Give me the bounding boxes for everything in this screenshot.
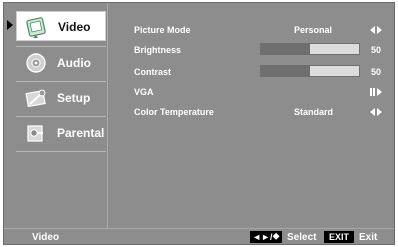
setting-contrast[interactable]: Contrast 50 [134,65,384,79]
parental-icon [24,121,48,145]
setting-name: Color Temperature [134,107,214,117]
bar-mark [373,88,375,96]
setting-name: Picture Mode [134,25,191,35]
bar-mark [370,88,372,96]
sidebar-item-label: Setup [57,91,91,105]
sidebar-item-label: Audio [57,56,91,70]
left-right-arrows-icon[interactable] [370,107,384,117]
slider-fill [261,66,310,76]
osd-menu-panel: Video Audio Setup Parental Picture Mode … [3,2,395,245]
setup-icon [24,86,48,110]
exit-hint: Exit [359,232,378,243]
sidebar-item-setup[interactable]: Setup [16,83,106,113]
setting-name: Contrast [134,67,172,77]
setting-name: VGA [134,87,154,97]
sidebar-divider [16,81,106,82]
setting-vga[interactable]: VGA [134,85,384,99]
setting-name: Brightness [134,45,182,55]
sidebar-item-audio[interactable]: Audio [16,48,106,78]
setting-value: Personal [294,25,333,35]
sidebar: Video Audio Setup Parental [4,3,108,228]
sidebar-item-parental[interactable]: Parental [16,118,106,148]
setting-value: 50 [371,67,382,77]
sidebar-item-video[interactable]: Video [16,11,106,41]
arrow-right-icon [377,26,382,34]
select-hint: Select [287,232,317,243]
selection-arrow-icon [7,20,13,30]
arrow-right-icon [377,108,382,116]
sidebar-item-label: Parental [57,126,105,140]
left-right-arrows-icon[interactable] [370,25,384,35]
footer-bar: Video ◄►/⯁ Select EXIT Exit [4,228,394,245]
arrow-left-icon [370,108,375,116]
sidebar-item-label: Video [58,20,91,34]
setting-value: 50 [371,45,382,55]
slider-fill [261,44,310,54]
exit-key-badge: EXIT [324,231,354,243]
arrow-right-icon [377,88,382,96]
footer-title: Video [32,232,60,243]
brightness-slider[interactable] [260,43,360,55]
arrow-left-icon [370,26,375,34]
sidebar-divider [16,46,106,47]
contrast-slider[interactable] [260,65,360,77]
audio-icon [24,51,48,75]
sidebar-divider [16,116,106,117]
setting-color-temperature[interactable]: Color Temperature Standard [134,105,384,119]
enter-submenu-icon[interactable] [370,87,386,97]
video-icon [24,15,48,39]
sidebar-divider [16,151,106,152]
setting-brightness[interactable]: Brightness 50 [134,43,384,57]
select-key-icon: ◄►/⯁ [250,231,282,243]
setting-picture-mode[interactable]: Picture Mode Personal [134,23,384,37]
setting-value: Standard [294,107,334,117]
